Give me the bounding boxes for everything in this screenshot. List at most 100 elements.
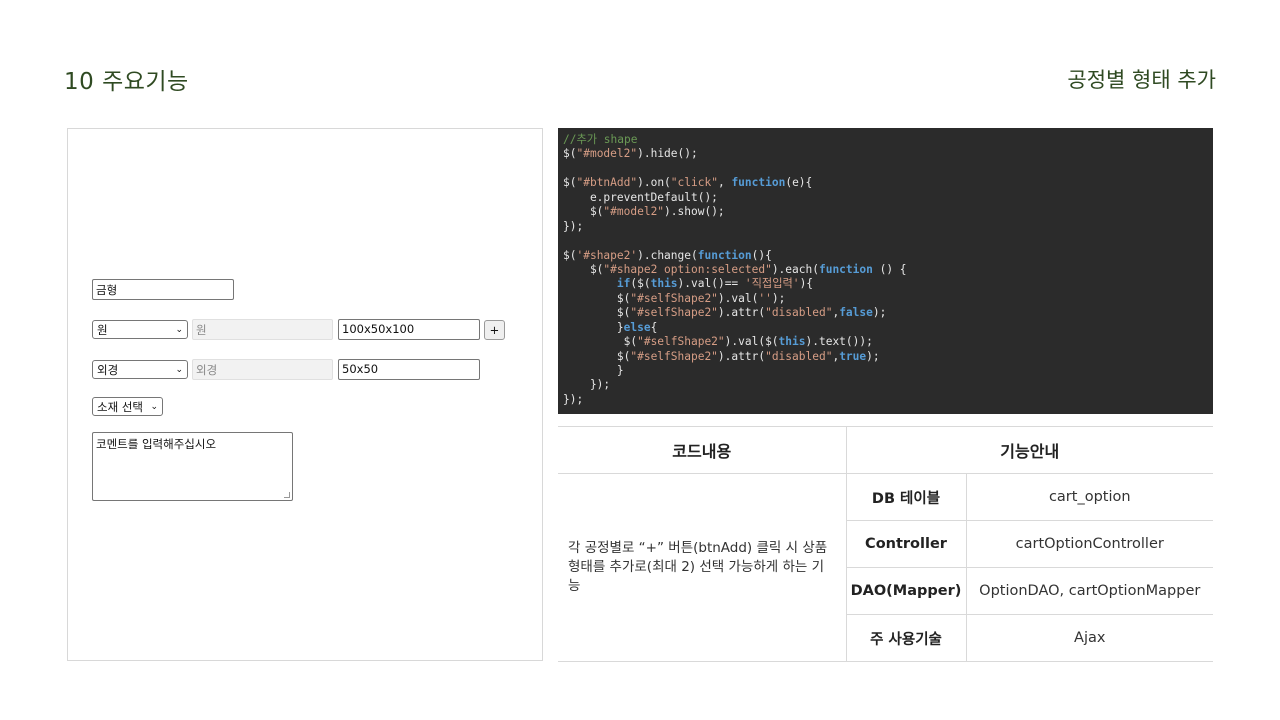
code-token: $(	[563, 262, 604, 276]
code-token: //추가 shape	[563, 133, 638, 146]
code-token: ).val(	[717, 291, 759, 305]
code-token: "disabled"	[765, 306, 833, 320]
code-token: ).attr(	[717, 349, 766, 363]
code-token: ($(	[630, 277, 651, 291]
row-key: DAO(Mapper)	[845, 567, 966, 615]
code-line: $("#shape2 option:selected").each(functi…	[563, 263, 1208, 277]
code-token: (){	[751, 248, 772, 262]
code-token: (e){	[785, 176, 813, 190]
shape1-select[interactable]: 원 ⌄	[92, 320, 188, 339]
code-token: function	[697, 248, 752, 262]
code-token: "disabled"	[765, 349, 833, 363]
code-line: $('#shape2').change(function(){	[563, 249, 1208, 263]
code-token: $(	[563, 306, 631, 320]
shape2-select[interactable]: 외경 ⌄	[92, 360, 188, 379]
code-token: function	[818, 262, 873, 276]
row-key: 주 사용기술	[845, 614, 966, 662]
resize-grip-icon[interactable]	[284, 492, 290, 498]
code-token: ).hide();	[637, 147, 698, 161]
mold-input[interactable]: 금형	[92, 279, 234, 300]
code-token: this	[650, 277, 678, 291]
page-title: 10 주요기능	[64, 69, 189, 95]
add-shape-button[interactable]: +	[484, 320, 505, 340]
code-token: "#selfShape2"	[630, 349, 718, 363]
code-token: {	[650, 320, 658, 334]
row-value: Ajax	[965, 614, 1213, 662]
code-line: });	[563, 393, 1208, 407]
comment-textarea[interactable]: 코멘트를 입력해주십시오	[92, 432, 293, 501]
code-token: $(	[563, 335, 638, 349]
code-token: "#model2"	[576, 147, 638, 161]
code-token: "#btnAdd"	[576, 176, 638, 190]
code-token: function	[731, 176, 786, 190]
code-token: ).show();	[664, 205, 725, 219]
code-token: "#selfShape2"	[637, 335, 725, 349]
code-token: ''	[758, 291, 772, 305]
code-token: $(	[563, 205, 604, 219]
row-value: cartOptionController	[965, 520, 1213, 568]
code-token: '직접입력'	[744, 277, 800, 291]
code-line: });	[563, 220, 1208, 234]
chevron-down-icon: ⌄	[175, 324, 183, 335]
shape2-size-input[interactable]: 50x50	[338, 359, 480, 380]
header-function-guide: 기능안내	[845, 426, 1213, 474]
code-token: ).val($(	[724, 335, 779, 349]
row-value: OptionDAO, cartOptionMapper	[965, 567, 1213, 615]
code-token: ).attr(	[717, 306, 766, 320]
code-line: }else{	[563, 321, 1208, 335]
code-line: $("#model2").hide();	[563, 147, 1208, 161]
code-token: false	[839, 306, 873, 320]
code-token: e.preventDefault();	[563, 190, 718, 204]
code-line: $("#selfShape2").val($(this).text());	[563, 335, 1208, 349]
header-code-content: 코드내용	[558, 426, 846, 474]
code-token: $(	[563, 248, 577, 262]
code-token: "click"	[670, 176, 718, 190]
code-line: $("#selfShape2").val('');	[563, 292, 1208, 306]
code-token: else	[623, 320, 651, 334]
code-line: $("#model2").show();	[563, 205, 1208, 219]
shape1-size-input[interactable]: 100x50x100	[338, 319, 480, 340]
code-token: $(	[563, 176, 577, 190]
comment-placeholder: 코멘트를 입력해주십시오	[96, 437, 217, 451]
demo-form-panel: 금형 원 ⌄ 원 100x50x100 + 외경 ⌄ 외경 50x50 소재 선…	[67, 128, 543, 661]
code-token: });	[563, 378, 611, 392]
row-key: Controller	[845, 520, 966, 568]
shape1-select-value: 원	[97, 322, 108, 337]
info-table: 코드내용 기능안내 각 공정별로 “+” 버튼(btnAdd) 클릭 시 상품 …	[558, 426, 1213, 662]
code-token: if	[616, 277, 631, 291]
code-token: );	[771, 291, 786, 305]
code-token: "#shape2 option:selected"	[603, 262, 772, 276]
row-key: DB 테이블	[845, 473, 966, 521]
material-select-value: 소재 선택	[97, 399, 143, 414]
chevron-down-icon: ⌄	[175, 364, 183, 375]
code-token: }	[563, 320, 624, 334]
code-token: "#selfShape2"	[630, 306, 718, 320]
shape1-name-input: 원	[192, 319, 333, 340]
shape2-select-value: 외경	[97, 362, 119, 377]
code-token: $(	[563, 147, 577, 161]
chevron-down-icon: ⌄	[150, 401, 158, 412]
code-token: () {	[872, 262, 907, 276]
code-panel: //추가 shape $("#model2").hide(); $("#btnAdd…	[558, 128, 1213, 414]
code-token: "#model2"	[603, 205, 665, 219]
table-row: 각 공정별로 “+” 버튼(btnAdd) 클릭 시 상품 형태를 추가로(최대…	[558, 473, 1213, 662]
code-token: '#shape2'	[576, 248, 638, 262]
code-token: true	[839, 349, 867, 363]
row-value: cart_option	[965, 473, 1213, 521]
table-header-row: 코드내용 기능안내	[558, 426, 1213, 474]
code-token: ).on(	[637, 176, 671, 190]
code-line: //추가 shape	[563, 133, 1208, 147]
code-token: this	[778, 335, 806, 349]
code-token: ).val()==	[677, 277, 745, 291]
code-token: }	[563, 364, 624, 377]
code-token: );	[866, 349, 880, 363]
code-line: }	[563, 364, 1208, 378]
code-token: ,	[717, 176, 732, 190]
code-token: $(	[563, 349, 631, 363]
feature-description: 각 공정별로 “+” 버튼(btnAdd) 클릭 시 상품 형태를 추가로(최대…	[558, 473, 846, 662]
material-select[interactable]: 소재 선택 ⌄	[92, 397, 163, 416]
code-token: });	[563, 219, 584, 233]
page-subtitle: 공정별 형태 추가	[1067, 68, 1216, 92]
code-token: "#selfShape2"	[630, 291, 718, 305]
